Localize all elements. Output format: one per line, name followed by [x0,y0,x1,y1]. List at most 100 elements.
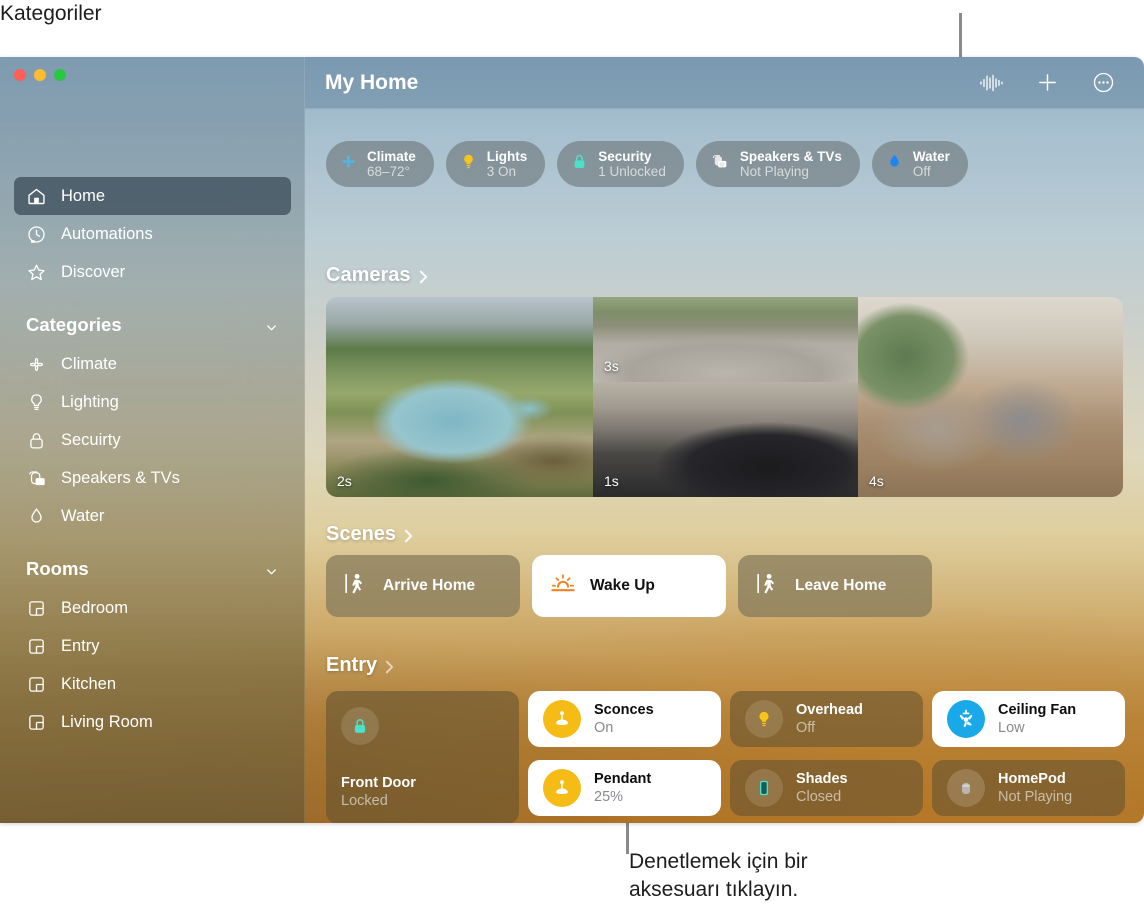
home-icon [26,186,52,207]
camera-timestamp: 2s [337,473,352,489]
accessory-pendant[interactable]: Pendant 25% [528,760,721,816]
zoom-button[interactable] [54,69,66,81]
accessory-homepod[interactable]: HomePod Not Playing [932,760,1125,816]
chip-title: Climate [367,148,416,164]
chevron-down-icon[interactable] [264,318,279,333]
accessory-status: Not Playing [998,788,1073,805]
room-icon [26,674,52,695]
sidebar-item-bedroom[interactable]: Bedroom [14,589,291,627]
lock-icon [341,707,379,745]
chevron-right-icon[interactable] [384,658,395,674]
accessory-name: Pendant [594,770,652,787]
chip-security[interactable]: Security 1 Unlocked [557,141,684,187]
camera-tile-driveway[interactable]: 3s [593,297,858,382]
accessory-overhead[interactable]: Overhead Off [730,691,923,747]
category-chips: Climate 68–72° Lights 3 On Security 1 Un… [326,141,968,187]
homepod-icon [947,769,985,807]
chevron-right-icon[interactable] [403,527,414,543]
bulb-icon [26,392,52,413]
chevron-right-icon[interactable] [418,268,429,284]
scene-label: Leave Home [795,577,887,594]
section-title-text: Cameras [326,264,411,286]
sidebar-item-security[interactable]: Secuirty [14,421,291,459]
sidebar-item-label: Water [61,506,105,525]
accessory-name: Shades [796,770,848,787]
sidebar: Home Automations Discover Categories Cli… [0,57,305,823]
chip-status: Off [912,163,931,179]
camera-tile-pool[interactable]: 2s [326,297,593,497]
scene-label: Arrive Home [383,577,476,594]
chip-title: Security [598,148,652,164]
walk-in-icon [344,570,369,602]
close-button[interactable] [14,69,26,81]
section-header-scenes[interactable]: Scenes [326,523,414,546]
sidebar-item-kitchen[interactable]: Kitchen [14,665,291,703]
accessory-name: Front Door [341,775,416,791]
fan-icon [339,152,358,176]
sidebar-item-home[interactable]: Home [14,177,291,215]
section-title-text: Entry [326,654,378,676]
sidebar-section-title: Categories [26,314,122,335]
room-icon [26,598,52,619]
scenes-row: Arrive Home Wake Up Leave Home [326,555,932,617]
sidebar-item-label: Kitchen [61,674,117,693]
plus-icon[interactable] [1034,70,1060,96]
sidebar-item-automations[interactable]: Automations [14,215,291,253]
accessory-status: Low [998,719,1025,736]
scene-leave-home[interactable]: Leave Home [738,555,932,617]
sidebar-item-label: Automations [61,224,153,243]
sidebar-item-label: Home [61,186,106,205]
sidebar-item-discover[interactable]: Discover [14,253,291,291]
sidebar-section-categories[interactable]: Categories [26,305,279,345]
more-icon[interactable] [1090,70,1116,96]
section-header-entry[interactable]: Entry [326,654,395,677]
home-app-window: Home Automations Discover Categories Cli… [0,57,1144,823]
sidebar-item-speakers-tvs[interactable]: tv Speakers & TVs [14,459,291,497]
scene-wake-up[interactable]: Wake Up [532,555,726,617]
sidebar-item-label: Bedroom [61,598,128,617]
camera-tile-living-room[interactable]: 4s [858,297,1123,497]
accessory-front-door[interactable]: Front Door Locked [326,691,519,823]
accessory-ceiling-fan[interactable]: Ceiling Fan Low [932,691,1125,747]
sidebar-item-lighting[interactable]: Lighting [14,383,291,421]
sunrise-icon [550,572,576,601]
section-header-cameras[interactable]: Cameras [326,264,429,287]
chip-climate[interactable]: Climate 68–72° [326,141,434,187]
sidebar-item-label: Living Room [61,712,153,731]
sidebar-item-living-room[interactable]: Living Room [14,703,291,741]
sidebar-section-rooms[interactable]: Rooms [26,549,279,589]
shade-icon [745,769,783,807]
sidebar-item-water[interactable]: Water [14,497,291,535]
speaker-tv-icon: tv [709,152,731,176]
accessory-sconces[interactable]: Sconces On [528,691,721,747]
chip-title: Lights [486,148,528,164]
waveform-icon[interactable] [978,70,1004,96]
chip-water[interactable]: Water Off [871,141,968,187]
chevron-down-icon[interactable] [264,562,279,577]
minimize-button[interactable] [34,69,46,81]
window-titlebar: My Home [305,57,1144,109]
camera-timestamp: 3s [604,358,619,374]
room-icon [26,636,52,657]
accessory-name: Sconces [594,701,654,718]
droplet-icon [26,506,52,527]
speaker-tv-icon: tv [26,468,52,489]
sidebar-item-label: Secuirty [61,430,121,449]
sidebar-item-entry[interactable]: Entry [14,627,291,665]
chip-title: Water [912,148,950,164]
chip-speakers-tvs[interactable]: tv Speakers & TVs Not Playing [695,141,860,187]
accessory-name: Ceiling Fan [998,701,1077,718]
fan-icon [26,354,52,375]
accessory-name: HomePod [998,770,1066,787]
sidebar-item-climate[interactable]: Climate [14,345,291,383]
accessory-shades[interactable]: Shades Closed [730,760,923,816]
scene-arrive-home[interactable]: Arrive Home [326,555,520,617]
camera-column-middle: 3s 1s [593,297,858,497]
walk-out-icon [756,570,781,602]
camera-tile-garage[interactable]: 1s [593,382,858,497]
sconce-icon [543,700,581,738]
chip-lights[interactable]: Lights 3 On [445,141,546,187]
bulb-icon [459,152,478,176]
accessory-status: Off [796,719,816,736]
sidebar-item-label: Climate [61,354,117,373]
